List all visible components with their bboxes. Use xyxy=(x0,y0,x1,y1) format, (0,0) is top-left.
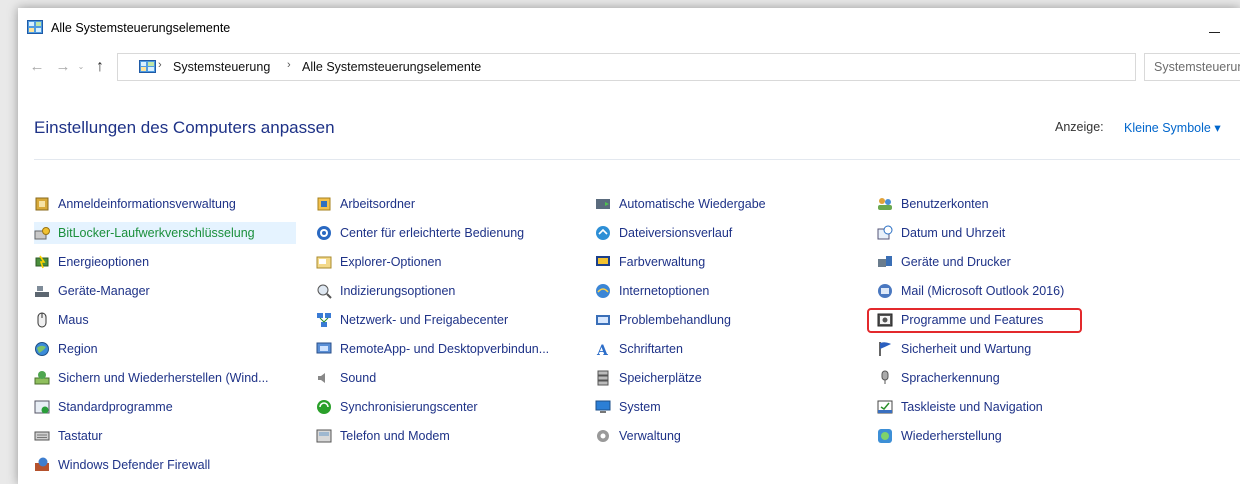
item-label: Indizierungsoptionen xyxy=(340,284,456,298)
item-label: Benutzerkonten xyxy=(901,197,989,211)
search-input[interactable]: Systemsteuerung durchsuchen xyxy=(1144,53,1240,81)
item-label: Geräte-Manager xyxy=(58,284,150,298)
item-label: Windows Defender Firewall xyxy=(58,458,211,472)
header-divider xyxy=(34,159,1240,160)
control-panel-icon xyxy=(27,20,43,34)
item-label: Speicherplätze xyxy=(619,371,702,385)
administrative-tools-icon xyxy=(597,430,609,442)
color-management-icon xyxy=(596,256,610,266)
breadcrumb-separator[interactable]: › xyxy=(287,59,291,71)
item-label: Region xyxy=(58,342,98,356)
default-programs-icon xyxy=(34,400,50,414)
item-label: Energieoptionen xyxy=(58,255,150,269)
internet-options-icon xyxy=(596,284,610,298)
up-button[interactable]: ↑ xyxy=(90,52,110,82)
sync-center-icon xyxy=(317,400,331,414)
item-label: Farbverwaltung xyxy=(619,255,706,269)
back-button[interactable]: ← xyxy=(27,52,47,82)
svg-text:A: A xyxy=(596,343,609,357)
user-accounts-icon xyxy=(878,198,892,210)
item-label: Maus xyxy=(58,313,89,327)
recovery-icon xyxy=(878,429,892,443)
breadcrumb-systemsteuerung[interactable]: Systemsteuerung xyxy=(173,60,270,74)
item-label: Tastatur xyxy=(58,429,103,443)
highlight-annotation xyxy=(867,308,1082,333)
item-label: Verwaltung xyxy=(619,429,681,443)
forward-button[interactable]: → xyxy=(53,52,73,82)
remoteapp-icon xyxy=(316,342,332,354)
mouse-icon xyxy=(37,312,47,328)
search-placeholder: Systemsteuerung durchsuchen xyxy=(1154,60,1240,74)
item-label: Standardprogramme xyxy=(58,400,173,414)
device-manager-icon xyxy=(35,286,49,297)
item-label: Netzwerk- und Freigabecenter xyxy=(340,313,509,327)
control-panel-item-bitlocker[interactable]: BitLocker-Laufwerkverschlüsselung xyxy=(34,222,296,244)
speech-recognition-icon xyxy=(881,370,889,384)
item-label: Arbeitsordner xyxy=(340,197,416,211)
explorer-options-icon xyxy=(316,256,332,269)
item-label: Problembehandlung xyxy=(619,313,731,327)
work-folders-icon xyxy=(317,197,331,211)
item-label: RemoteApp- und Desktopverbindun... xyxy=(340,342,550,356)
phone-modem-icon xyxy=(316,429,332,443)
power-options-icon xyxy=(35,255,49,269)
item-label: Taskleiste und Navigation xyxy=(901,400,1043,414)
mail-icon xyxy=(878,284,892,298)
item-label: Sichern und Wiederherstellen (Wind... xyxy=(58,371,269,385)
item-label: Geräte und Drucker xyxy=(901,255,1011,269)
breadcrumb-current[interactable]: Alle Systemsteuerungselemente xyxy=(302,60,481,74)
item-label: Sound xyxy=(340,371,377,385)
view-mode-dropdown[interactable]: Kleine Symbole ▾ xyxy=(1124,120,1221,135)
indexing-options-icon xyxy=(317,284,332,299)
breadcrumb-root-chevron[interactable]: › xyxy=(158,59,162,71)
recent-locations-button[interactable]: ⌄ xyxy=(75,52,87,82)
system-icon xyxy=(595,400,611,413)
address-bar[interactable]: › Systemsteuerung › Alle Systemsteuerung… xyxy=(117,53,1234,81)
item-label: Telefon und Modem xyxy=(340,429,450,443)
taskbar-navigation-icon xyxy=(877,400,893,414)
devices-printers-icon xyxy=(878,256,892,267)
item-label: Synchronisierungscenter xyxy=(340,400,478,414)
autoplay-icon xyxy=(596,199,610,209)
fonts-icon: A xyxy=(596,343,609,357)
item-label: Dateiversionsverlauf xyxy=(619,226,733,240)
item-label: Sicherheit und Wartung xyxy=(901,342,1032,356)
storage-spaces-icon xyxy=(597,370,609,386)
firewall-icon xyxy=(35,457,49,471)
item-label: Explorer-Optionen xyxy=(340,255,442,269)
minimize-button[interactable] xyxy=(1200,16,1230,40)
control-panel-icon xyxy=(139,60,156,73)
keyboard-icon xyxy=(34,431,50,441)
network-center-icon xyxy=(317,313,331,327)
page-title: Einstellungen des Computers anpassen xyxy=(34,118,335,137)
item-label: System xyxy=(619,400,661,414)
control-panel-window: Alle Systemsteuerungselemente ← → ⌄ ↑ › … xyxy=(18,8,1240,484)
file-history-icon xyxy=(596,226,610,240)
security-maintenance-icon xyxy=(879,342,891,356)
item-label: Wiederherstellung xyxy=(901,429,1002,443)
item-label: Datum und Uhrzeit xyxy=(901,226,1006,240)
ease-of-access-icon xyxy=(317,226,331,240)
title-bar[interactable]: Alle Systemsteuerungselemente xyxy=(18,8,1240,48)
item-label: Center für erleichterte Bedienung xyxy=(340,226,525,240)
bitlocker-icon xyxy=(34,227,50,240)
credential-manager-icon xyxy=(35,197,49,211)
item-label: BitLocker-Laufwerkverschlüsselung xyxy=(58,226,255,240)
region-icon xyxy=(35,342,49,356)
sound-icon xyxy=(318,373,325,383)
troubleshooting-icon xyxy=(596,315,610,325)
navigation-bar: ← → ⌄ ↑ › Systemsteuerung › Alle Systems… xyxy=(18,52,1240,82)
item-label: Automatische Wiedergabe xyxy=(619,197,766,211)
window-title: Alle Systemsteuerungselemente xyxy=(51,21,231,35)
item-label: Mail (Microsoft Outlook 2016) xyxy=(901,284,1065,298)
item-label: Internetoptionen xyxy=(619,284,710,298)
backup-restore-icon xyxy=(34,371,50,385)
view-label: Anzeige: xyxy=(1055,120,1104,134)
item-label: Schriftarten xyxy=(619,342,683,356)
item-label: Spracherkennung xyxy=(901,371,1000,385)
date-time-icon xyxy=(877,225,893,240)
item-label: Anmeldeinformationsverwaltung xyxy=(58,197,236,211)
